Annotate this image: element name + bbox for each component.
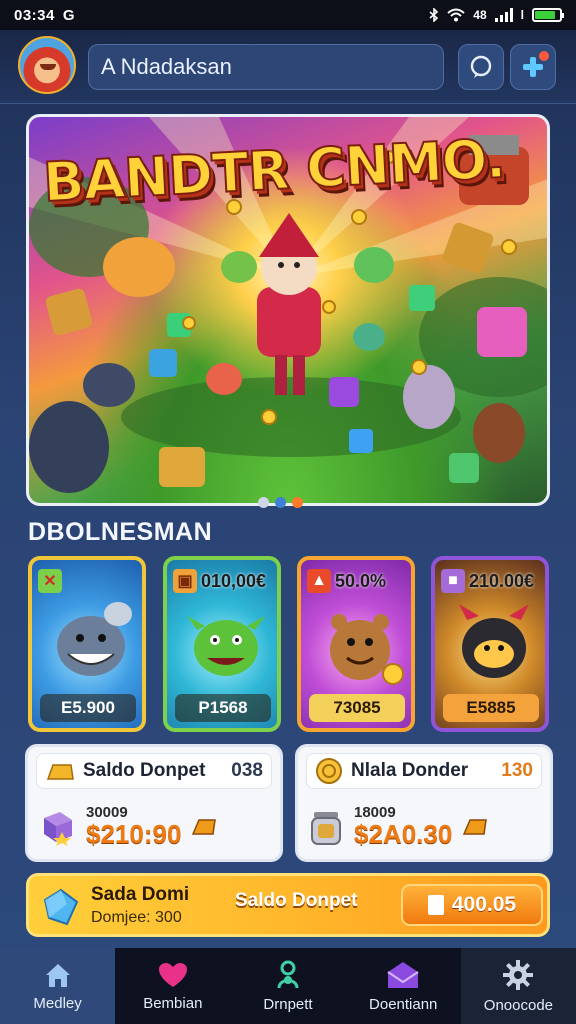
ticket-icon: ▣ <box>173 569 197 593</box>
hero-banner[interactable]: BANDTR CNMO. <box>26 114 550 506</box>
chest-icon: ■ <box>441 569 465 593</box>
home-icon <box>45 963 70 987</box>
nav-item-bembian[interactable]: Bembian <box>115 948 230 1024</box>
gem-cube-icon <box>44 812 72 846</box>
carousel-indicator[interactable] <box>258 497 303 508</box>
add-button[interactable] <box>510 44 556 90</box>
avatar[interactable] <box>18 36 76 94</box>
goblin-character <box>187 616 265 676</box>
card-price: P1568 <box>175 694 271 722</box>
card-tag: ▲ 50.0% <box>307 566 407 596</box>
section-title: DBOLNESMAN <box>28 518 213 546</box>
chat-button[interactable] <box>458 44 504 90</box>
game-card[interactable]: ▣ 010,00€ P1568 <box>163 556 281 732</box>
wallet-panel-header: Saldo Donpet 038 <box>36 753 272 789</box>
wallet-panel[interactable]: Saldo Donpet 038 30009 $210:90 <box>25 744 283 862</box>
carousel-dot[interactable] <box>275 497 286 508</box>
card-tag: ▣ 010,00€ <box>173 566 273 596</box>
carousel-dot-active[interactable] <box>292 497 303 508</box>
balance-button[interactable]: 400.05 <box>401 884 543 926</box>
diamond-icon <box>43 888 79 926</box>
gold-bar-icon <box>46 764 74 780</box>
game-card[interactable]: ▲ 50.0% 73085 <box>297 556 415 732</box>
network-indicator: 48 <box>473 8 487 22</box>
status-divider: l <box>520 8 524 22</box>
chat-icon <box>470 55 492 78</box>
bottom-nav: Medley Bembian Drnpett Doentiann Onoocod… <box>0 948 576 1024</box>
search-input[interactable]: A Ndadaksan <box>88 44 444 90</box>
jar-icon <box>311 812 341 845</box>
wallet-panel-header: Nlala Donder 130 <box>306 753 542 789</box>
nav-item-onoocode[interactable]: Onoocode <box>460 948 576 1024</box>
coin-icon <box>316 758 342 784</box>
battery-icon <box>532 8 564 22</box>
balance-label: Sada Domi <box>91 884 190 905</box>
ninja-character <box>459 604 529 678</box>
nav-item-medley[interactable]: Medley <box>0 948 116 1024</box>
card-tag: ■ 210.00€ <box>441 566 541 596</box>
signal-icon <box>494 8 513 22</box>
status-bar: 03:34 G 48 l <box>0 0 576 30</box>
wallet-panel-body: 18009 $2A0.30 <box>308 799 540 855</box>
bear-character <box>330 614 404 685</box>
notification-dot <box>539 51 549 61</box>
figure-icon <box>277 960 299 988</box>
nav-item-drnpett[interactable]: Drnpett <box>230 948 345 1024</box>
app-header: A Ndadaksan <box>0 30 576 104</box>
gear-icon <box>503 959 534 990</box>
game-card[interactable]: ■ 210.00€ E5885 <box>431 556 549 732</box>
document-icon <box>427 895 444 915</box>
balance-bar[interactable]: Sada Domi Domjee: 300 Saldo Donpet 400.0… <box>26 873 550 937</box>
gold-bar-icon <box>192 819 217 835</box>
google-icon: G <box>62 6 75 24</box>
card-price: 73085 <box>309 694 405 722</box>
heart-icon <box>158 962 187 987</box>
gold-bar-icon <box>463 819 488 835</box>
game-card[interactable]: ✕ E5.900 <box>28 556 146 732</box>
carousel-dot[interactable] <box>258 497 269 508</box>
shark-character <box>57 602 132 676</box>
bell-icon: ▲ <box>307 569 331 593</box>
bluetooth-icon <box>429 8 439 22</box>
balance-sub: Domjee: 300 <box>91 909 182 926</box>
card-price: E5.900 <box>40 694 136 722</box>
nav-item-doentiann[interactable]: Doentiann <box>346 948 461 1024</box>
balance-middle-label: Saldo Donpet <box>235 890 358 911</box>
card-tag: ✕ <box>38 566 138 596</box>
status-time: 03:34 <box>14 6 55 24</box>
search-input-value: A Ndadaksan <box>101 54 232 79</box>
wallet-panel-body: 30009 $210:90 <box>38 799 270 855</box>
wallet-panel[interactable]: Nlala Donder 130 18009 $2A0.30 <box>295 744 553 862</box>
card-price: E5885 <box>443 694 539 722</box>
mail-icon <box>387 961 419 988</box>
wifi-icon <box>447 8 465 22</box>
close-icon[interactable]: ✕ <box>38 569 62 593</box>
